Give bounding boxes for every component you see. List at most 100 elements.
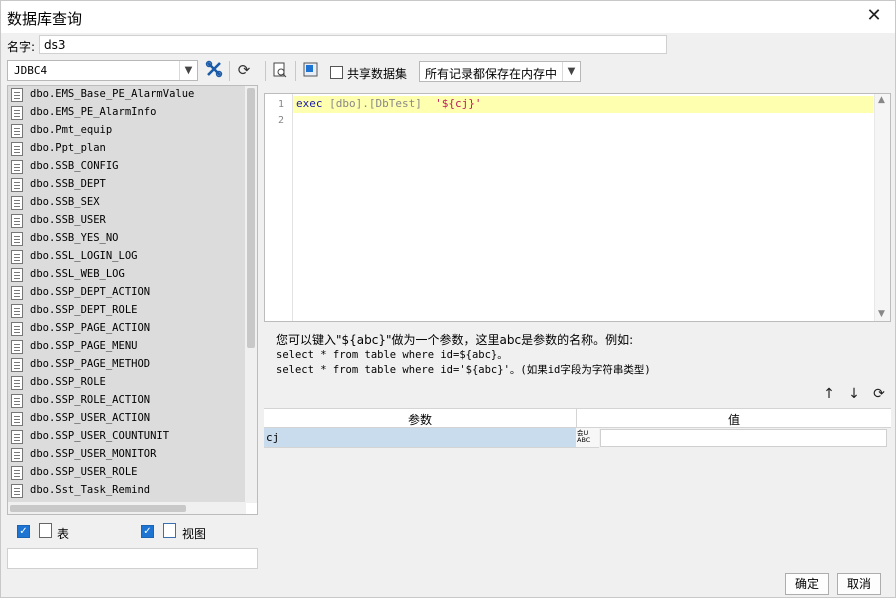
list-item[interactable]: dbo.SSP_ROLE_ACTION (8, 392, 246, 410)
table-name: dbo.Pmt_equip (30, 124, 113, 136)
table-list-vertical-scrollbar[interactable] (245, 86, 257, 503)
table-name: dbo.SSP_DEPT_ACTION (30, 286, 151, 298)
right-panel: 共享数据集 所有记录都保存在内存中 ▼ 1 2 exec [dbo].[DbTe… (264, 59, 894, 569)
list-item[interactable]: dbo.SSP_PAGE_ACTION (8, 320, 246, 338)
list-item[interactable]: dbo.EMS_PE_AlarmInfo (8, 104, 246, 122)
move-down-icon[interactable]: ↓ (845, 384, 863, 404)
table-icon (11, 106, 23, 120)
list-item[interactable]: dbo.SSP_PAGE_MENU (8, 338, 246, 356)
list-item[interactable]: dbo.EMS_Base_PE_AlarmValue (8, 86, 246, 104)
table-name: dbo.SSP_PAGE_ACTION (30, 322, 151, 334)
list-item[interactable]: dbo.SSB_SEX (8, 194, 246, 212)
chevron-down-icon[interactable]: ▼ (179, 61, 197, 80)
list-item[interactable]: dbo.Sst_Task_Remind (8, 482, 246, 500)
table-row[interactable]: cj 会U ABC (264, 428, 891, 448)
table-icon (11, 250, 23, 264)
table-list: dbo.EMS_Base_PE_AlarmValue dbo.EMS_PE_Ala… (7, 85, 258, 515)
database-query-dialog: 数据库查询 ✕ 名字: JDBC4 ▼ ⟳ dbo.EMS_Base_PE_Al… (0, 0, 896, 598)
sql-builder-icon[interactable] (301, 62, 321, 82)
sql-object: [dbo].[DbTest] (329, 97, 422, 110)
chevron-down-icon[interactable]: ▼ (562, 62, 580, 81)
list-item[interactable]: dbo.SSP_DEPT_ROLE (8, 302, 246, 320)
parameter-toolbar: ↑ ↓ ⟳ (820, 383, 890, 405)
table-icon (11, 304, 23, 318)
table-icon (11, 394, 23, 408)
line-number: 1 (277, 99, 284, 110)
preview-icon[interactable] (270, 62, 290, 82)
table-icon (11, 88, 23, 102)
table-name: dbo.Ppt_plan (30, 142, 106, 154)
table-name: dbo.EMS_Base_PE_AlarmValue (30, 88, 195, 100)
scrollbar-thumb[interactable] (247, 88, 255, 348)
list-item[interactable]: dbo.SSB_YES_NO (8, 230, 246, 248)
table-name: dbo.SSP_USER_ROLE (30, 466, 138, 478)
name-label: 名字: (7, 40, 36, 54)
scroll-up-icon[interactable]: ▲ (878, 95, 885, 105)
view-filter-checkbox[interactable]: ✓ (141, 525, 154, 538)
list-item[interactable]: dbo.SSB_CONFIG (8, 158, 246, 176)
line-number: 2 (277, 115, 284, 126)
scrollbar-thumb[interactable] (10, 505, 186, 512)
left-panel: JDBC4 ▼ ⟳ dbo.EMS_Base_PE_AlarmValue dbo.… (7, 59, 258, 569)
table-icon (11, 142, 23, 156)
table-name: dbo.SSP_ROLE (30, 376, 106, 388)
memory-mode-select[interactable]: 所有记录都保存在内存中 ▼ (419, 61, 581, 82)
table-icon (11, 484, 23, 498)
table-name: dbo.SSB_SEX (30, 196, 100, 208)
table-name: dbo.SSP_USER_COUNTUNIT (30, 430, 170, 442)
table-icon (11, 322, 23, 336)
table-filter-checkbox[interactable]: ✓ (17, 525, 30, 538)
list-item[interactable]: dbo.Pmt_equip (8, 122, 246, 140)
editor-vertical-scrollbar[interactable]: ▲ ▼ (874, 94, 890, 321)
sql-editor[interactable]: 1 2 exec [dbo].[DbTest] '${cj}' ▲ ▼ (264, 93, 891, 322)
list-item[interactable]: dbo.SSL_LOGIN_LOG (8, 248, 246, 266)
close-icon[interactable]: ✕ (863, 5, 885, 27)
dialog-title: 数据库查询 (7, 10, 83, 28)
table-name: dbo.Sst_Task_Remind (30, 484, 151, 496)
move-up-icon[interactable]: ↑ (820, 384, 838, 404)
name-input[interactable] (39, 35, 667, 54)
toolbar-separator (229, 61, 230, 81)
parameter-type-icon[interactable]: 会U ABC (576, 428, 599, 448)
connection-select[interactable]: JDBC4 ▼ (7, 60, 198, 81)
object-filters: ✓ 表 ✓ 视图 (7, 517, 258, 547)
table-icon (11, 124, 23, 138)
parameter-table: 参数 值 cj 会U ABC (264, 408, 891, 569)
column-header-value: 值 (727, 413, 740, 427)
sql-code-line[interactable]: exec [dbo].[DbTest] '${cj}' (296, 97, 481, 110)
list-item[interactable]: dbo.SSP_USER_ROLE (8, 464, 246, 482)
list-item[interactable]: dbo.SSL_WEB_LOG (8, 266, 246, 284)
table-search-input[interactable] (7, 548, 258, 569)
table-name: dbo.SSB_DEPT (30, 178, 106, 190)
share-dataset-checkbox[interactable] (330, 66, 343, 79)
table-icon (11, 412, 23, 426)
table-name: dbo.SSB_USER (30, 214, 106, 226)
refresh-params-icon[interactable]: ⟳ (870, 384, 888, 404)
table-icon (11, 340, 23, 354)
list-item[interactable]: dbo.SSB_DEPT (8, 176, 246, 194)
table-name: dbo.SSL_WEB_LOG (30, 268, 125, 280)
parameter-value-input[interactable] (600, 429, 887, 447)
list-item[interactable]: dbo.SSP_ROLE (8, 374, 246, 392)
table-list-horizontal-scrollbar[interactable] (8, 502, 246, 514)
cancel-button[interactable]: 取消 (837, 573, 881, 595)
list-item[interactable]: dbo.SSP_DEPT_ACTION (8, 284, 246, 302)
scroll-down-icon[interactable]: ▼ (878, 309, 885, 319)
list-item[interactable]: dbo.Ppt_plan (8, 140, 246, 158)
list-item[interactable]: dbo.SSB_USER (8, 212, 246, 230)
table-icon (11, 178, 23, 192)
connection-settings-icon[interactable] (203, 60, 225, 81)
table-name: dbo.SSP_USER_MONITOR (30, 448, 157, 460)
table-name: dbo.SSP_DEPT_ROLE (30, 304, 138, 316)
refresh-icon[interactable]: ⟳ (233, 60, 255, 81)
memory-mode-value: 所有记录都保存在内存中 (425, 67, 558, 81)
list-item[interactable]: dbo.SSP_PAGE_METHOD (8, 356, 246, 374)
ok-button[interactable]: 确定 (785, 573, 829, 595)
list-item[interactable]: dbo.SSP_USER_ACTION (8, 410, 246, 428)
parameter-name-cell[interactable]: cj (264, 428, 576, 448)
parameter-name: cj (266, 431, 280, 444)
table-icon (39, 523, 52, 538)
list-item[interactable]: dbo.SSP_USER_COUNTUNIT (8, 428, 246, 446)
hint-line: select * from table where id='${abc}'。(如… (276, 364, 651, 376)
list-item[interactable]: dbo.SSP_USER_MONITOR (8, 446, 246, 464)
